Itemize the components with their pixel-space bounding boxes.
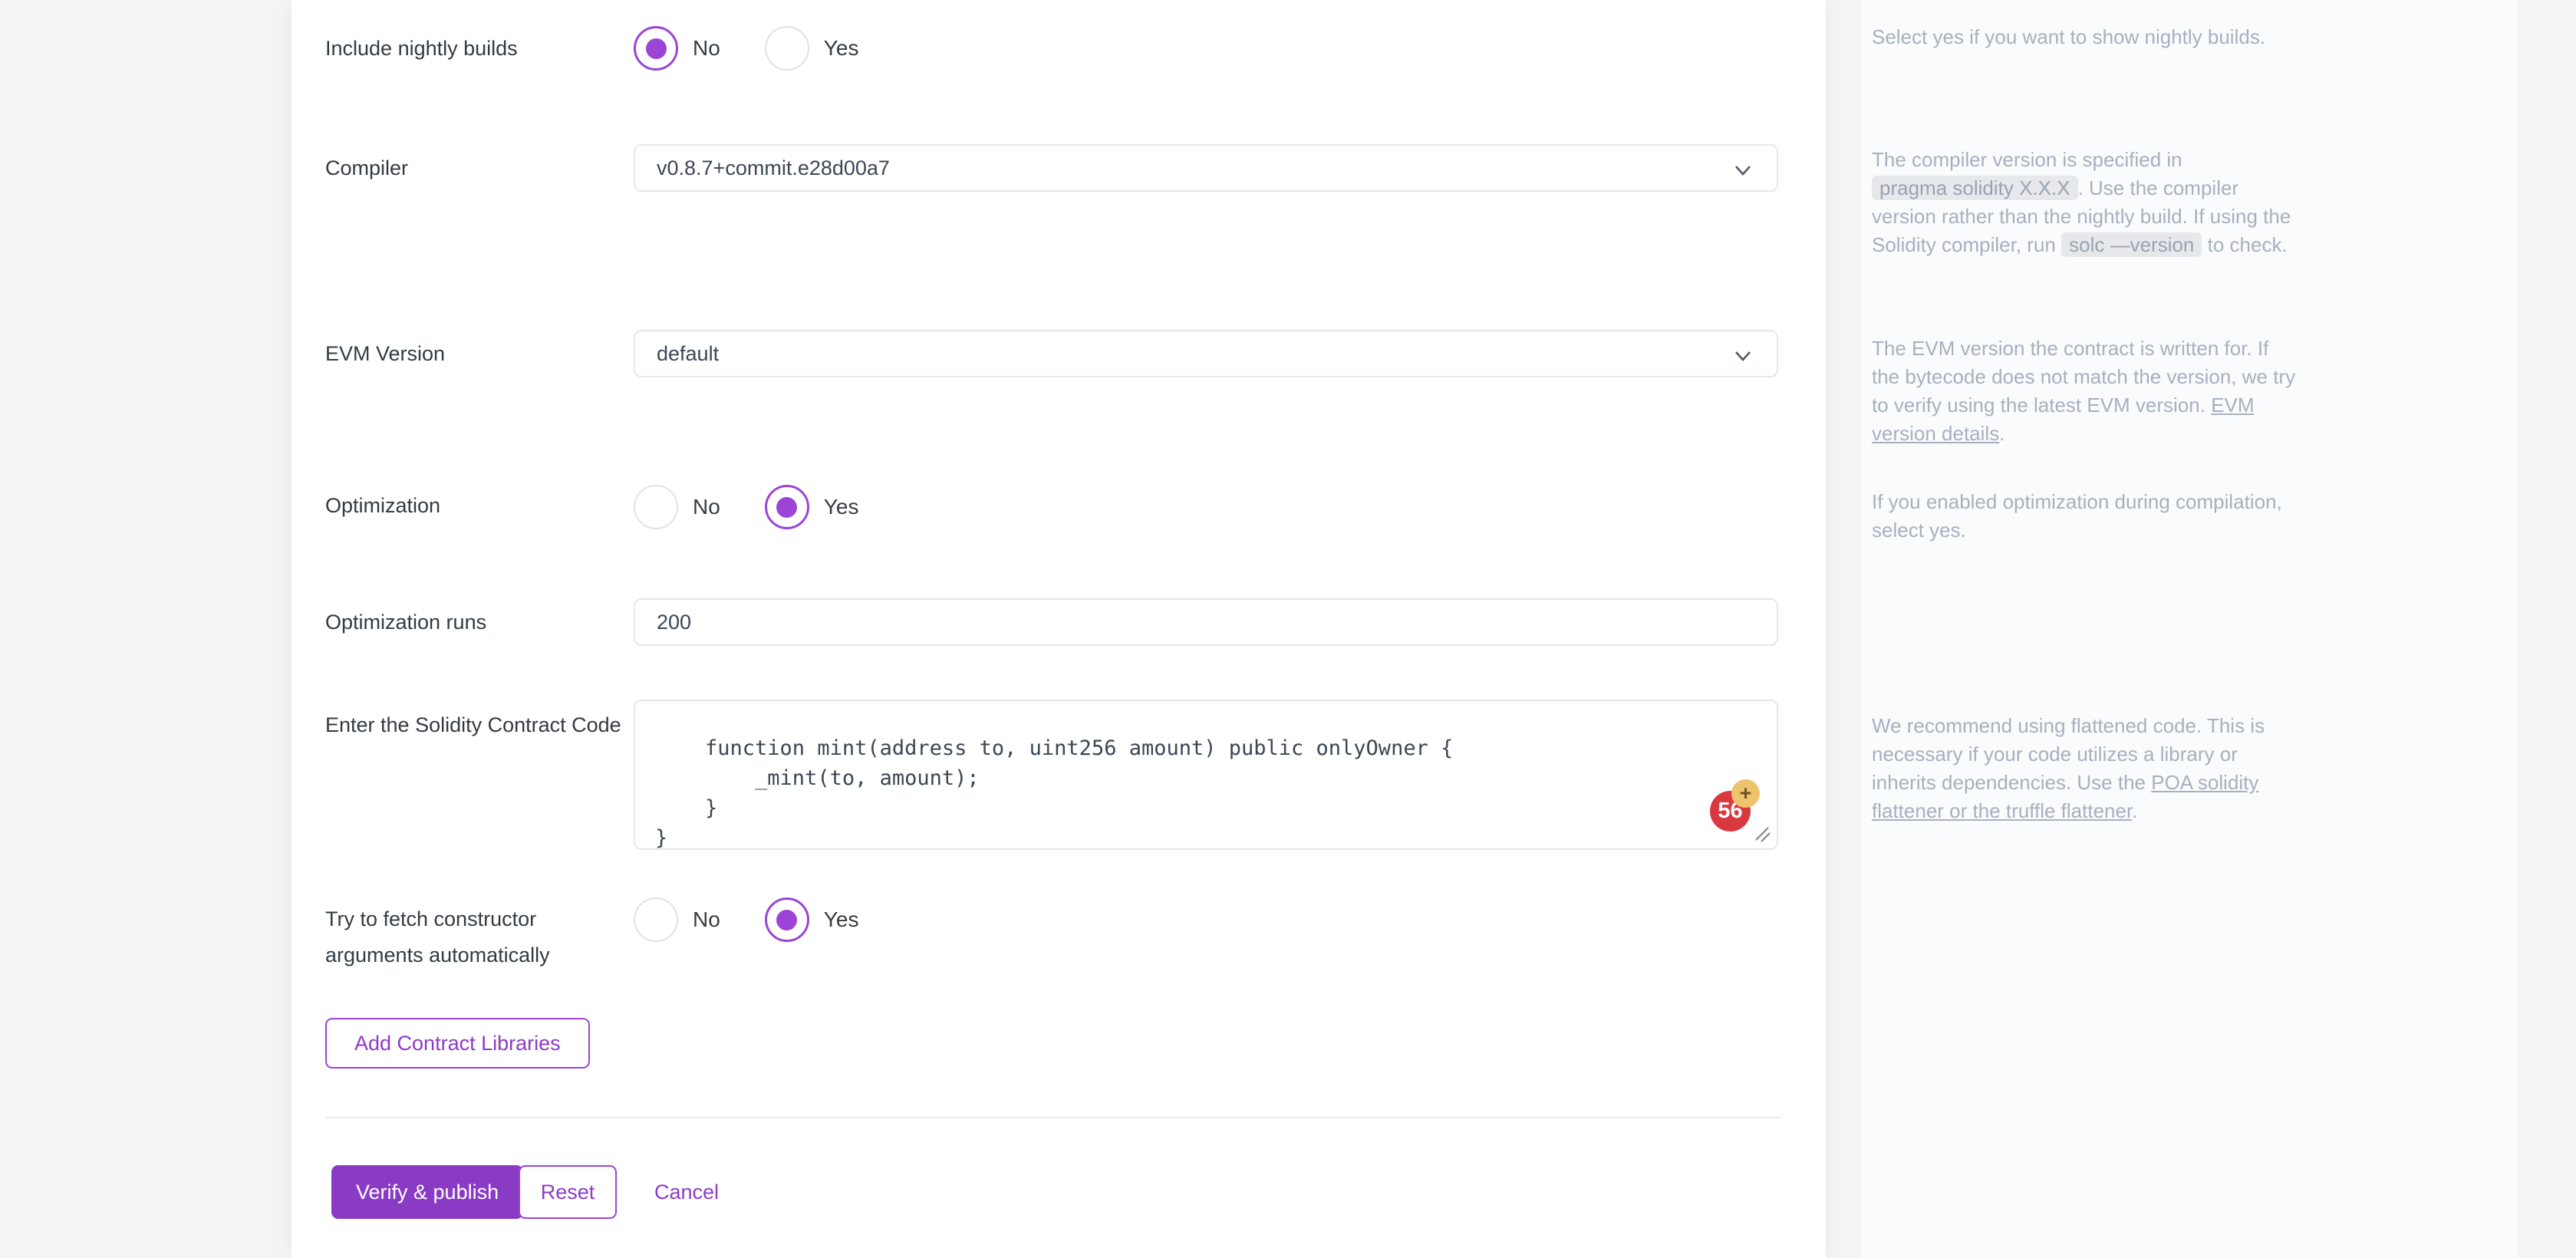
optimization-yes-radio[interactable] bbox=[765, 485, 809, 529]
resize-handle-icon[interactable] bbox=[1750, 822, 1773, 845]
optimization-no-label[interactable]: No bbox=[693, 495, 720, 519]
add-contract-libraries-button[interactable]: Add Contract Libraries bbox=[325, 1018, 590, 1069]
fetch-args-no-label[interactable]: No bbox=[693, 907, 720, 932]
help-evm-version: The EVM version the contract is written … bbox=[1872, 334, 2301, 448]
help-compiler: The compiler version is specified in pra… bbox=[1872, 146, 2301, 259]
chevron-down-icon bbox=[1732, 345, 1754, 367]
notification-badge[interactable]: 56 + bbox=[1710, 791, 1751, 832]
contract-code-textarea[interactable]: function mint(address to, uint256 amount… bbox=[634, 700, 1778, 850]
contract-code-label: Enter the Solidity Contract Code bbox=[325, 707, 632, 743]
help-optimization: If you enabled optimization during compi… bbox=[1872, 488, 2301, 545]
reset-button[interactable]: Reset bbox=[519, 1165, 617, 1219]
radio-dot-icon bbox=[776, 910, 797, 930]
inline-code-chip: pragma solidity X.X.X bbox=[1872, 176, 2078, 200]
optimization-runs-label: Optimization runs bbox=[325, 598, 632, 646]
nightly-no-radio[interactable] bbox=[634, 26, 678, 71]
verify-contract-form-card: Include nightly builds No Yes Compiler v… bbox=[292, 0, 1826, 1258]
inline-code-chip: solc —version bbox=[2061, 232, 2202, 257]
compiler-label: Compiler bbox=[325, 144, 632, 192]
nightly-builds-label: Include nightly builds bbox=[325, 31, 632, 67]
fetch-args-yes-radio[interactable] bbox=[765, 897, 809, 942]
verify-publish-button[interactable]: Verify & publish bbox=[331, 1165, 523, 1219]
help-flattened-code: We recommend using flattened code. This … bbox=[1872, 712, 2301, 825]
cancel-button[interactable]: Cancel bbox=[629, 1165, 744, 1219]
compiler-select[interactable]: v0.8.7+commit.e28d00a7 bbox=[634, 144, 1778, 192]
badge-plus-icon: + bbox=[1731, 779, 1760, 808]
fetch-constructor-args-radio-group: No Yes bbox=[634, 897, 1778, 942]
help-nightly-builds: Select yes if you want to show nightly b… bbox=[1872, 23, 2301, 51]
fetch-constructor-args-label: Try to fetch constructor arguments autom… bbox=[325, 901, 632, 973]
nightly-yes-radio[interactable] bbox=[765, 26, 809, 71]
compiler-select-value: v0.8.7+commit.e28d00a7 bbox=[657, 156, 890, 180]
evm-version-select-value: default bbox=[657, 342, 719, 366]
nightly-builds-radio-group: No Yes bbox=[634, 26, 1778, 71]
evm-version-label: EVM Version bbox=[325, 330, 632, 377]
nightly-no-label[interactable]: No bbox=[693, 36, 720, 61]
chevron-down-icon bbox=[1732, 160, 1754, 181]
radio-dot-icon bbox=[646, 38, 667, 59]
optimization-no-radio[interactable] bbox=[634, 485, 678, 529]
optimization-runs-input[interactable]: 200 bbox=[634, 598, 1778, 646]
evm-version-select[interactable]: default bbox=[634, 330, 1778, 377]
radio-dot-icon bbox=[776, 497, 797, 518]
optimization-radio-group: No Yes bbox=[634, 485, 1778, 529]
nightly-yes-label[interactable]: Yes bbox=[824, 36, 859, 61]
contract-code-text: function mint(address to, uint256 amount… bbox=[635, 701, 1777, 850]
fetch-args-yes-label[interactable]: Yes bbox=[824, 907, 859, 932]
optimization-yes-label[interactable]: Yes bbox=[824, 495, 859, 519]
optimization-runs-value: 200 bbox=[657, 611, 691, 634]
form-divider bbox=[325, 1117, 1781, 1118]
optimization-label: Optimization bbox=[325, 488, 632, 524]
fetch-args-no-radio[interactable] bbox=[634, 897, 678, 942]
